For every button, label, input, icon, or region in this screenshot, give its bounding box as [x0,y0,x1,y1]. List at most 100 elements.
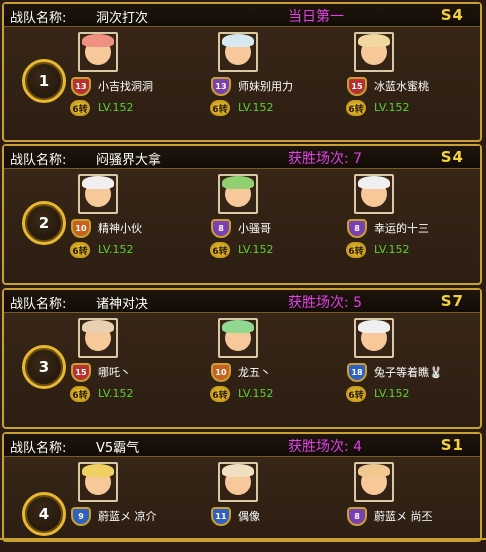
team-ranking-board: 战队名称: 洞次打次 当日第一 S4 1 13 小吉找洞洞 6转 LV.152 … [0,0,486,542]
member-avatar[interactable] [218,462,258,502]
member-avatar[interactable] [78,174,118,214]
rank-shield-icon: 9 [70,506,92,526]
team-member[interactable]: 13 师妹别用力 6转 LV.152 [210,32,340,122]
rank-shield-number: 15 [347,76,367,96]
rebirth-coin-icon: 6转 [70,100,90,116]
server-tag: S7 [440,292,464,310]
member-avatar[interactable] [354,462,394,502]
team-panel[interactable]: 战队名称: 闷骚界大拿 获胜场次: 7 S4 2 10 精神小伙 6转 LV.1… [2,144,482,285]
member-name: 蔚蓝メ 凉介 [98,510,157,523]
member-avatar[interactable] [354,32,394,72]
rank-shield-icon: 10 [210,362,232,382]
character-portrait-icon [222,464,254,495]
character-portrait-icon [358,34,390,65]
rebirth-coin-icon: 6转 [210,100,230,116]
member-avatar[interactable] [218,32,258,72]
member-name: 蔚蓝メ 尚丕 [374,510,433,523]
member-avatar[interactable] [354,174,394,214]
member-level: LV.152 [98,387,134,400]
member-avatar[interactable] [78,462,118,502]
team-header: 战队名称: 洞次打次 当日第一 S4 [4,4,480,27]
rank-shield-number: 8 [347,506,367,526]
member-level: LV.152 [374,243,410,256]
rank-shield-number: 8 [211,218,231,238]
member-name: 精神小伙 [98,222,142,235]
character-portrait-icon [358,176,390,207]
member-name: 幸运的十三 [374,222,429,235]
member-name: 小吉找洞洞 [98,80,153,93]
member-avatar[interactable] [218,174,258,214]
member-name: 小骚哥 [238,222,271,235]
member-name: 兔子等着瞧🐰 [374,366,443,379]
team-name: 闷骚界大拿 [96,153,162,168]
team-name-label: 战队名称: [10,297,67,312]
rebirth-coin-icon: 6转 [346,100,366,116]
character-portrait-icon [82,320,114,351]
character-portrait-icon [82,464,114,495]
character-portrait-icon [358,464,390,495]
team-name: 洞次打次 [96,11,149,26]
rank-shield-number: 10 [211,362,231,382]
member-name: 冰蓝水蜜桃 [374,80,429,93]
rank-shield-icon: 10 [70,218,92,238]
rank-shield-icon: 8 [210,218,232,238]
team-status: 获胜场次: 7 [288,151,363,167]
team-member[interactable]: 15 哪吒丶 6转 LV.152 [70,318,200,408]
member-level: LV.152 [98,101,134,114]
server-tag: S4 [440,6,464,24]
team-member[interactable]: 10 龙五丶 6转 LV.152 [210,318,340,408]
member-avatar[interactable] [218,318,258,358]
rank-badge: 1 [22,59,66,103]
rank-badge: 4 [22,492,66,536]
member-avatar[interactable] [78,32,118,72]
member-name: 龙五丶 [238,366,271,379]
rank-shield-icon: 18 [346,362,368,382]
member-avatar[interactable] [78,318,118,358]
server-tag: S4 [440,148,464,166]
rank-shield-icon: 8 [346,506,368,526]
rebirth-coin-icon: 6转 [346,386,366,402]
rank-shield-number: 9 [71,506,91,526]
team-name-label: 战队名称: [10,153,67,168]
team-panel[interactable]: 战队名称: V5霸气 获胜场次: 4 S1 4 9 蔚蓝メ 凉介 11 偶像 8… [2,432,482,542]
team-status: 获胜场次: 5 [288,295,363,311]
team-name: V5霸气 [96,441,140,456]
rank-shield-icon: 8 [346,218,368,238]
team-member[interactable]: 8 小骚哥 6转 LV.152 [210,174,340,264]
rank-shield-number: 15 [71,362,91,382]
team-status: 获胜场次: 4 [288,439,363,455]
character-portrait-icon [222,34,254,65]
rank-shield-number: 13 [71,76,91,96]
team-header: 战队名称: 诸神对决 获胜场次: 5 S7 [4,290,480,313]
team-member[interactable]: 8 幸运的十三 6转 LV.152 [346,174,476,264]
rebirth-coin-icon: 6转 [346,242,366,258]
rank-shield-number: 18 [347,362,367,382]
rank-shield-icon: 15 [70,362,92,382]
team-member[interactable]: 10 精神小伙 6转 LV.152 [70,174,200,264]
member-level: LV.152 [238,243,274,256]
team-status: 当日第一 [288,9,344,25]
rank-shield-number: 8 [347,218,367,238]
rank-badge: 2 [22,201,66,245]
rebirth-coin-icon: 6转 [70,242,90,258]
rebirth-coin-icon: 6转 [210,242,230,258]
team-panel[interactable]: 战队名称: 诸神对决 获胜场次: 5 S7 3 15 哪吒丶 6转 LV.152… [2,288,482,429]
member-level: LV.152 [374,387,410,400]
member-avatar[interactable] [354,318,394,358]
rebirth-coin-icon: 6转 [210,386,230,402]
team-panel[interactable]: 战队名称: 洞次打次 当日第一 S4 1 13 小吉找洞洞 6转 LV.152 … [2,2,482,142]
character-portrait-icon [82,176,114,207]
member-level: LV.152 [238,101,274,114]
team-member[interactable]: 13 小吉找洞洞 6转 LV.152 [70,32,200,122]
rank-shield-icon: 11 [210,506,232,526]
rank-shield-icon: 13 [70,76,92,96]
team-member[interactable]: 15 冰蓝水蜜桃 6转 LV.152 [346,32,476,122]
character-portrait-icon [222,176,254,207]
team-header: 战队名称: 闷骚界大拿 获胜场次: 7 S4 [4,146,480,169]
rebirth-coin-icon: 6转 [70,386,90,402]
rank-shield-icon: 13 [210,76,232,96]
team-member[interactable]: 18 兔子等着瞧🐰 6转 LV.152 [346,318,476,408]
team-name: 诸神对决 [96,297,149,312]
character-portrait-icon [222,320,254,351]
rank-badge: 3 [22,345,66,389]
